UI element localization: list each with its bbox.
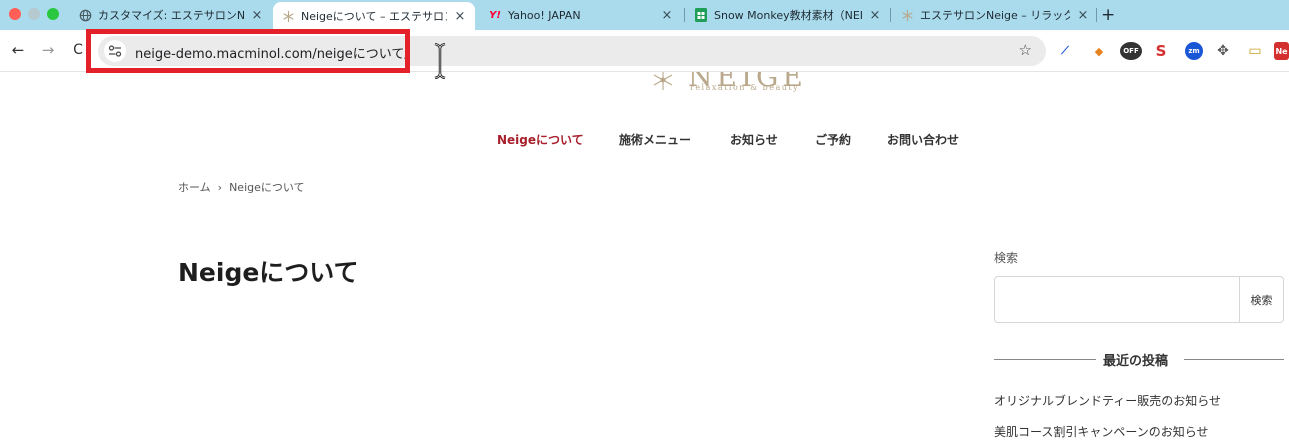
breadcrumb-home-link[interactable]: ホーム bbox=[178, 181, 211, 194]
breadcrumb-separator: › bbox=[217, 181, 223, 194]
new-tab-button[interactable]: + bbox=[1101, 4, 1121, 26]
tab-strip: カスタマイズ: エステサロンNEIG × Neigeについて – エステサロンN… bbox=[0, 0, 1289, 30]
nav-item-reservation[interactable]: ご予約 bbox=[815, 131, 851, 148]
arrow-right-icon: → bbox=[41, 41, 55, 59]
yahoo-icon: Y! bbox=[489, 9, 501, 21]
s-extension-icon[interactable]: S bbox=[1152, 42, 1170, 60]
zoom-extension-icon[interactable]: zm bbox=[1185, 42, 1203, 60]
sheets-icon bbox=[694, 8, 708, 22]
window-zoom-button[interactable] bbox=[47, 8, 59, 20]
tab-title: Snow Monkey教材素材（NEIG bbox=[714, 9, 862, 22]
site-logo[interactable]: NEIGE relaxation & beauty bbox=[648, 72, 818, 94]
tab-yahoo[interactable]: Y! Yahoo! JAPAN × bbox=[488, 4, 674, 26]
search-label: 検索 bbox=[994, 251, 1019, 265]
arrow-left-icon: ← bbox=[11, 41, 25, 59]
tab-snow-monkey-sheet[interactable]: Snow Monkey教材素材（NEIG × bbox=[694, 4, 882, 26]
fox-extension-icon[interactable]: ◆ bbox=[1090, 42, 1108, 60]
tab-close-icon[interactable]: × bbox=[868, 8, 882, 23]
tab-title: Yahoo! JAPAN bbox=[508, 8, 581, 22]
breadcrumb: ホーム › Neigeについて bbox=[178, 179, 305, 195]
tab-title: Neigeについて – エステサロンN bbox=[301, 10, 447, 23]
tab-close-icon[interactable]: × bbox=[250, 8, 264, 23]
page-title: Neigeについて bbox=[178, 258, 359, 287]
back-button[interactable]: ← bbox=[8, 40, 28, 60]
tab-neige-about[interactable]: Neigeについて – エステサロンN × bbox=[273, 2, 475, 30]
snowflake-logo-icon bbox=[653, 72, 673, 90]
reload-button[interactable]: C bbox=[68, 40, 88, 60]
recent-title-rule-left bbox=[994, 359, 1096, 360]
tab-close-icon[interactable]: × bbox=[660, 8, 674, 23]
text-cursor-icon bbox=[434, 42, 446, 80]
search-button[interactable]: 検索 bbox=[1239, 277, 1283, 322]
pen-extension-icon[interactable]: ⟋ bbox=[1056, 42, 1074, 60]
tab-separator bbox=[684, 8, 685, 22]
search-form: 検索 bbox=[994, 276, 1284, 323]
forward-button[interactable]: → bbox=[38, 40, 58, 60]
search-input[interactable] bbox=[995, 277, 1239, 322]
recent-post-link[interactable]: オリジナルブレンドティー販売のお知らせ bbox=[994, 392, 1221, 409]
adblock-off-extension-icon[interactable]: OFF bbox=[1120, 42, 1142, 60]
snowflake-icon bbox=[900, 8, 914, 22]
tab-separator bbox=[1096, 8, 1097, 22]
move-extension-icon[interactable]: ✥ bbox=[1214, 42, 1232, 60]
url-highlight-box bbox=[86, 29, 410, 73]
nav-item-news[interactable]: お知らせ bbox=[730, 131, 778, 148]
plus-icon: + bbox=[1101, 5, 1116, 25]
new-extension-icon[interactable]: Ne bbox=[1274, 42, 1289, 60]
recent-post-link[interactable]: 美肌コース割引キャンペーンのお知らせ bbox=[994, 423, 1209, 440]
recent-posts-title: 最近の投稿 bbox=[1103, 354, 1169, 369]
tab-separator bbox=[890, 8, 891, 22]
tab-close-icon[interactable]: × bbox=[453, 9, 467, 24]
nav-item-contact[interactable]: お問い合わせ bbox=[887, 131, 959, 148]
tab-title: エステサロンNeige – リラックス bbox=[920, 9, 1070, 22]
nav-item-about[interactable]: Neigeについて bbox=[497, 131, 584, 148]
window-minimize-button[interactable] bbox=[28, 8, 40, 20]
bookmark-star-icon[interactable]: ☆ bbox=[1019, 41, 1032, 59]
recent-title-rule-right bbox=[1184, 359, 1284, 360]
tab-customize[interactable]: カスタマイズ: エステサロンNEIG × bbox=[78, 4, 264, 26]
tab-title: カスタマイズ: エステサロンNEIG bbox=[98, 9, 244, 22]
globe-icon bbox=[78, 8, 92, 22]
breadcrumb-current: Neigeについて bbox=[229, 181, 305, 194]
tab-neige-home[interactable]: エステサロンNeige – リラックス × bbox=[900, 4, 1090, 26]
card-extension-icon[interactable]: ▭ bbox=[1246, 42, 1264, 60]
tab-close-icon[interactable]: × bbox=[1076, 8, 1090, 23]
logo-tagline: relaxation & beauty bbox=[690, 83, 800, 92]
snowflake-icon bbox=[281, 9, 295, 23]
reload-icon: C bbox=[73, 42, 83, 58]
window-close-button[interactable] bbox=[9, 8, 21, 20]
nav-item-menu[interactable]: 施術メニュー bbox=[619, 131, 691, 148]
